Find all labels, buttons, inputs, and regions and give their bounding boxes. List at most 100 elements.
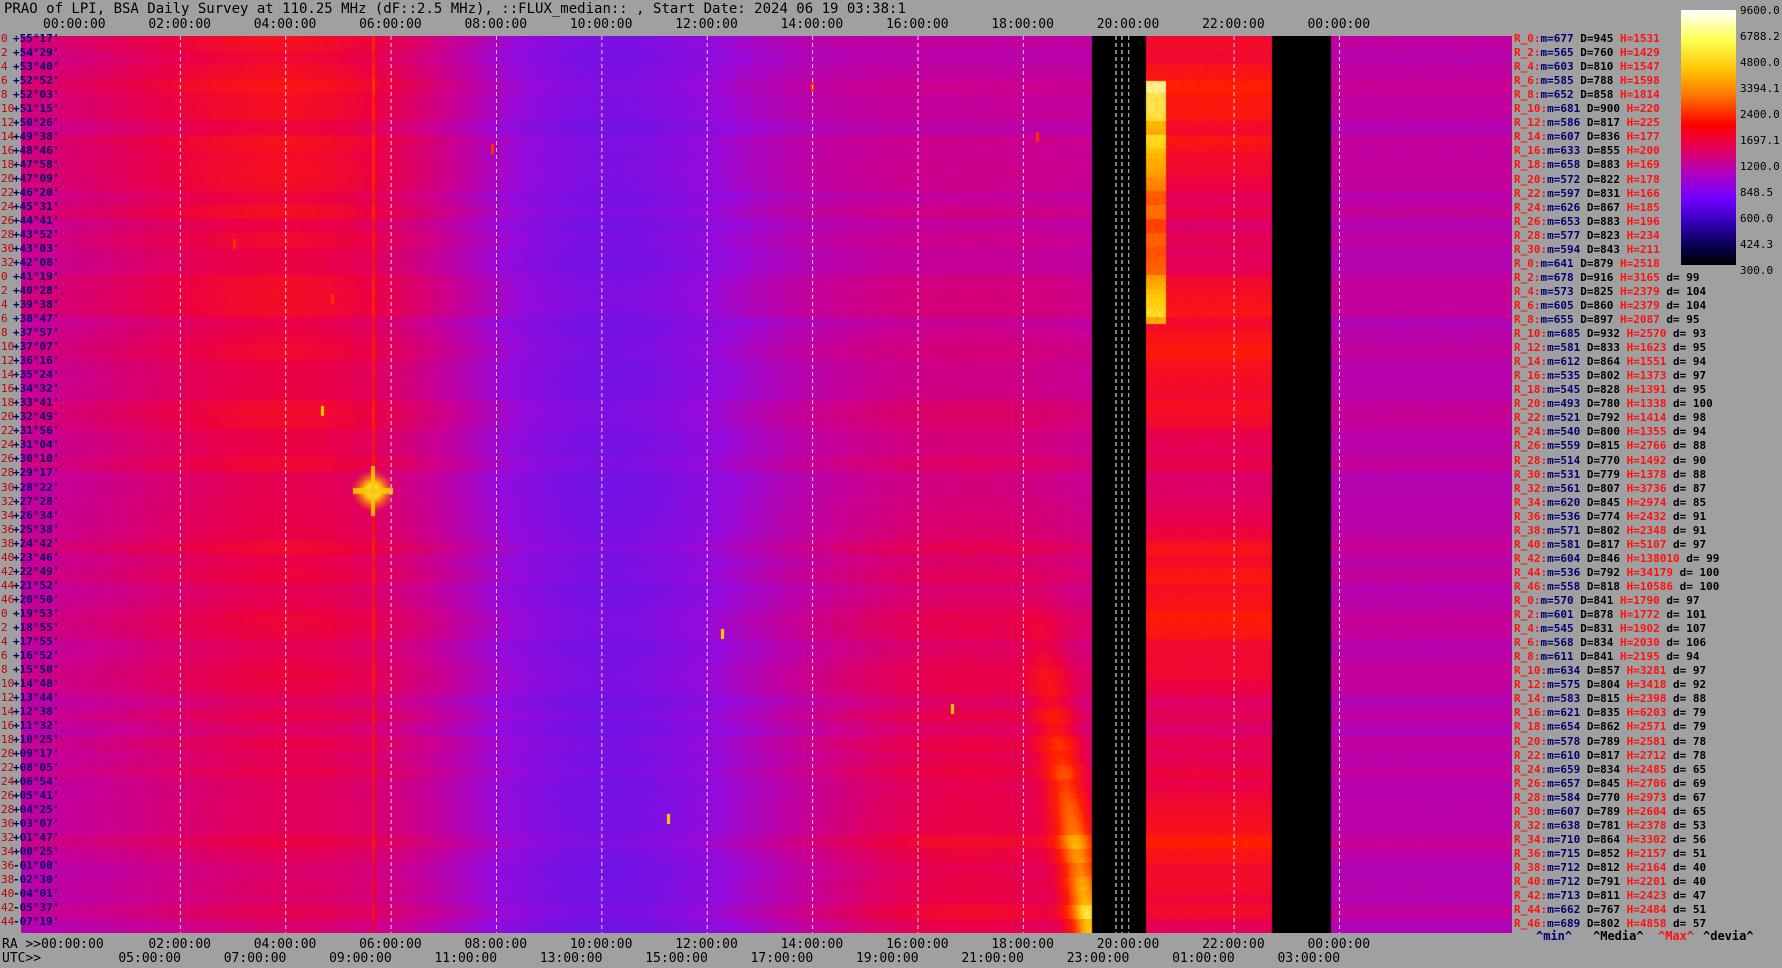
- stat-dev: d= 78: [1666, 748, 1707, 762]
- stat-min: m=594: [1547, 242, 1581, 256]
- declination-row-label: 38 -02°30': [1, 873, 59, 886]
- stat-dev: d= 100: [1672, 565, 1720, 579]
- stat-range: R_32:: [1514, 481, 1548, 495]
- stat-median: D=845: [1580, 776, 1620, 790]
- row-declination: +35°24': [13, 368, 60, 382]
- stat-min: m=677: [1540, 32, 1574, 45]
- stat-min: m=568: [1540, 636, 1574, 650]
- stat-median: D=833: [1580, 341, 1620, 355]
- row-stat: R_36:m=536 D=774 H=2432 d= 91: [1514, 510, 1706, 523]
- row-stat: R_10:m=685 D=932 H=2570 d= 93: [1514, 328, 1706, 340]
- stat-min: m=586: [1547, 116, 1581, 130]
- stat-min: m=535: [1547, 369, 1581, 383]
- row-declination: +17°55': [13, 634, 60, 648]
- stat-min: m=655: [1540, 313, 1574, 326]
- declination-row-label: 26 +44°41': [1, 215, 59, 227]
- stat-max: H=2706: [1620, 776, 1667, 790]
- top-axis-tick-label: 02:00:00: [148, 17, 211, 32]
- stat-range: R_0:: [1514, 594, 1541, 607]
- stat-median: D=770: [1580, 790, 1620, 804]
- declination-row-label: 18 +10°25': [1, 733, 59, 746]
- bottom-utc-tick-label: 11:00:00: [434, 951, 498, 966]
- stat-range: R_4:: [1514, 284, 1541, 298]
- stat-range: R_4:: [1514, 60, 1541, 74]
- top-axis-tick-label: 20:00:00: [1096, 17, 1160, 32]
- stat-range: R_24:: [1514, 425, 1548, 439]
- row-declination: +44°41': [13, 214, 60, 228]
- declination-row-label: 42 +22°49': [1, 565, 59, 578]
- row-declination: +37°07': [13, 340, 60, 354]
- stat-dev: d= 99: [1679, 551, 1720, 565]
- declination-row-label: 32 +01°47': [1, 831, 59, 844]
- stat-max: H=1790: [1613, 594, 1660, 607]
- declination-row-label: 42 -05°37': [1, 901, 59, 914]
- declination-row-label: 0 +19°53': [1, 607, 59, 620]
- stat-min: m=575: [1547, 678, 1581, 692]
- declination-row-label: 2 +40°28': [1, 285, 59, 297]
- row-declination: -02°30': [13, 872, 60, 886]
- stat-range: R_18:: [1514, 383, 1548, 397]
- row-declination: +09°17': [13, 746, 60, 760]
- stat-min: m=545: [1540, 622, 1574, 636]
- declination-row-label: 4 +17°55': [1, 635, 59, 648]
- row-stat: R_10:m=681 D=900 H=220: [1514, 103, 1660, 115]
- stat-min: m=584: [1547, 790, 1581, 804]
- stat-max: H=3302: [1620, 832, 1667, 846]
- stat-range: R_22:: [1514, 411, 1548, 425]
- stat-max: H=225: [1620, 116, 1660, 130]
- stat-median: D=804: [1580, 678, 1620, 692]
- stat-max: H=2157: [1620, 846, 1667, 860]
- declination-row-label: 36 +25°38': [1, 523, 59, 536]
- stat-range: R_10:: [1514, 327, 1548, 341]
- row-stat: R_4:m=573 D=825 H=2379 d= 104: [1514, 284, 1706, 298]
- top-axis-tick-label: 18:00:00: [991, 17, 1054, 32]
- stat-min: m=715: [1547, 846, 1581, 860]
- stat-max: H=2571: [1620, 720, 1667, 734]
- declination-row-label: 14 +49°38': [1, 131, 59, 143]
- row-index: 8: [1, 88, 8, 102]
- declination-row-label: 16 +11°32': [1, 719, 59, 732]
- row-stat: R_34:m=620 D=845 H=2974 d= 85: [1514, 495, 1706, 509]
- row-index: 0: [1, 270, 8, 284]
- stat-dev: d= 90: [1666, 453, 1707, 467]
- stat-max: H=178: [1620, 172, 1660, 186]
- stat-range: R_18:: [1514, 158, 1548, 172]
- stat-max: H=1598: [1613, 74, 1660, 88]
- row-declination: +20°50': [13, 592, 60, 606]
- stat-range: R_10:: [1514, 664, 1548, 678]
- stat-min: m=570: [1540, 594, 1574, 607]
- top-axis-tick-label: 08:00:00: [464, 17, 528, 32]
- stat-median: D=878: [1573, 608, 1614, 622]
- bottom-ra-tick-label: 14:00:00: [780, 937, 844, 952]
- stat-median: D=823: [1580, 228, 1620, 242]
- stat-min: m=605: [1540, 298, 1574, 312]
- stat-min: m=634: [1547, 664, 1581, 678]
- legend-item: ^Max^: [1658, 929, 1695, 943]
- row-declination: +36°16': [13, 354, 60, 368]
- stat-range: R_28:: [1514, 453, 1548, 467]
- stat-median: D=817: [1580, 748, 1620, 762]
- stat-min: m=620: [1547, 495, 1581, 509]
- stat-median: D=900: [1580, 102, 1620, 116]
- declination-row-label: 6 +38°47': [1, 313, 59, 325]
- stat-max: H=234: [1620, 228, 1660, 242]
- stat-max: H=2973: [1620, 790, 1667, 804]
- row-declination: +54°29': [13, 46, 60, 60]
- stat-max: H=2164: [1620, 860, 1667, 874]
- stat-max: H=6203: [1620, 706, 1667, 720]
- row-stat: R_40:m=712 D=791 H=2201 d= 40: [1514, 876, 1706, 888]
- stat-range: R_44:: [1514, 903, 1548, 917]
- declination-row-label: 4 +39°38': [1, 299, 59, 311]
- row-stat: R_0:m=677 D=945 H=1531: [1514, 33, 1660, 45]
- stat-range: R_34:: [1514, 832, 1548, 846]
- stat-range: R_8:: [1514, 88, 1541, 102]
- stat-median: D=835: [1580, 706, 1620, 720]
- stat-range: R_36:: [1514, 846, 1548, 860]
- stat-range: R_38:: [1514, 523, 1548, 537]
- stat-dev: d= 94: [1666, 425, 1707, 439]
- stat-dev: d= 78: [1666, 734, 1707, 748]
- colorbar-tick-label: 6788.2: [1740, 30, 1780, 43]
- row-declination: +24°42': [13, 536, 60, 550]
- stat-dev: d= 69: [1666, 776, 1707, 790]
- stat-max: H=2712: [1620, 748, 1667, 762]
